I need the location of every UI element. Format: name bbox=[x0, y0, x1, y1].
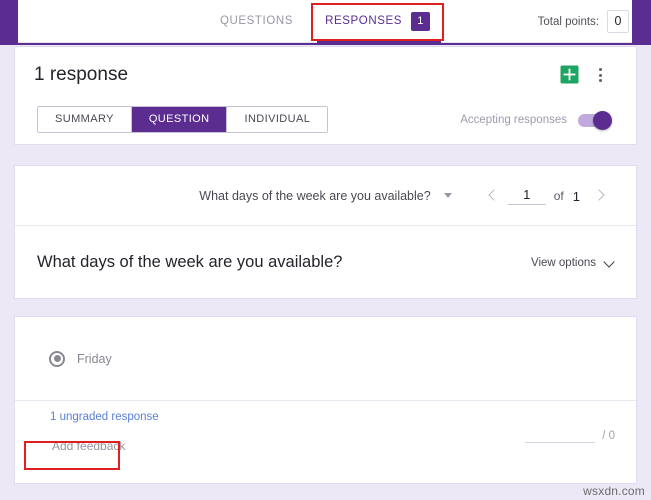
view-options-label: View options bbox=[531, 256, 596, 269]
watermark: wsxdn.com bbox=[583, 484, 645, 498]
tab-responses[interactable]: RESPONSES 1 bbox=[309, 0, 446, 43]
responses-summary-card: 1 response SUMMARY QUESTION INDIVIDUAL A… bbox=[14, 46, 637, 145]
question-navigation-card: What days of the week are you available?… bbox=[14, 165, 637, 299]
google-sheets-icon[interactable] bbox=[560, 65, 579, 84]
app-top-bar: QUESTIONS RESPONSES 1 Total points: 0 bbox=[0, 0, 651, 45]
chevron-left-icon[interactable] bbox=[480, 183, 506, 209]
view-mode-individual[interactable]: INDIVIDUAL bbox=[227, 107, 328, 132]
question-selector-dropdown[interactable]: What days of the week are you available? bbox=[199, 188, 452, 203]
question-title: What days of the week are you available? bbox=[37, 253, 343, 271]
active-tab-underline bbox=[317, 41, 441, 43]
total-points-value[interactable]: 0 bbox=[607, 10, 629, 33]
view-mode-question[interactable]: QUESTION bbox=[131, 107, 228, 132]
answer-row: Friday bbox=[15, 317, 636, 401]
kebab-dot bbox=[598, 79, 602, 83]
google-forms-responses-screen: QUESTIONS RESPONSES 1 Total points: 0 1 … bbox=[0, 0, 651, 500]
response-count-heading: 1 response bbox=[34, 64, 129, 85]
accepting-responses-control: Accepting responses bbox=[460, 106, 612, 133]
question-nav-row: What days of the week are you available?… bbox=[15, 166, 636, 226]
chevron-down-icon bbox=[605, 258, 614, 267]
score-area: / 0 bbox=[525, 426, 615, 443]
radio-selected-icon[interactable] bbox=[49, 350, 65, 367]
ungraded-response-link[interactable]: 1 ungraded response bbox=[50, 411, 159, 423]
answer-label: Friday bbox=[77, 351, 112, 366]
view-options-button[interactable]: View options bbox=[531, 257, 614, 269]
accepting-responses-label: Accepting responses bbox=[460, 113, 567, 126]
grading-area: 1 ungraded response Add feedback / 0 bbox=[15, 401, 636, 483]
tab-responses-label: RESPONSES bbox=[325, 15, 403, 27]
question-pager: of 1 bbox=[480, 166, 614, 226]
page-of-label: of bbox=[553, 189, 564, 203]
view-mode-summary[interactable]: SUMMARY bbox=[38, 107, 132, 132]
radio-inner-dot bbox=[53, 355, 61, 362]
response-answer-card: Friday 1 ungraded response Add feedback … bbox=[14, 316, 637, 484]
responses-count-badge: 1 bbox=[411, 12, 431, 31]
accepting-responses-toggle[interactable] bbox=[578, 110, 612, 130]
page-total-label: 1 bbox=[572, 188, 580, 204]
tab-questions-label: QUESTIONS bbox=[219, 15, 294, 27]
toggle-knob bbox=[593, 110, 612, 130]
total-points: Total points: 0 bbox=[538, 0, 629, 43]
chevron-right-icon[interactable] bbox=[588, 183, 614, 209]
more-vert-icon[interactable] bbox=[590, 64, 610, 86]
view-mode-toggle-group: SUMMARY QUESTION INDIVIDUAL bbox=[37, 106, 329, 133]
total-points-label: Total points: bbox=[537, 15, 599, 28]
tab-questions[interactable]: QUESTIONS bbox=[204, 0, 309, 43]
page-number-input[interactable] bbox=[507, 187, 546, 205]
score-max-label: / 0 bbox=[602, 430, 615, 442]
kebab-dot bbox=[598, 67, 602, 71]
add-feedback-button[interactable]: Add feedback bbox=[47, 436, 130, 456]
chevron-down-icon bbox=[443, 193, 452, 198]
kebab-dot bbox=[598, 73, 602, 77]
question-selector-label: What days of the week are you available? bbox=[199, 188, 431, 203]
question-title-row: What days of the week are you available?… bbox=[15, 226, 636, 299]
score-input[interactable] bbox=[525, 426, 596, 443]
